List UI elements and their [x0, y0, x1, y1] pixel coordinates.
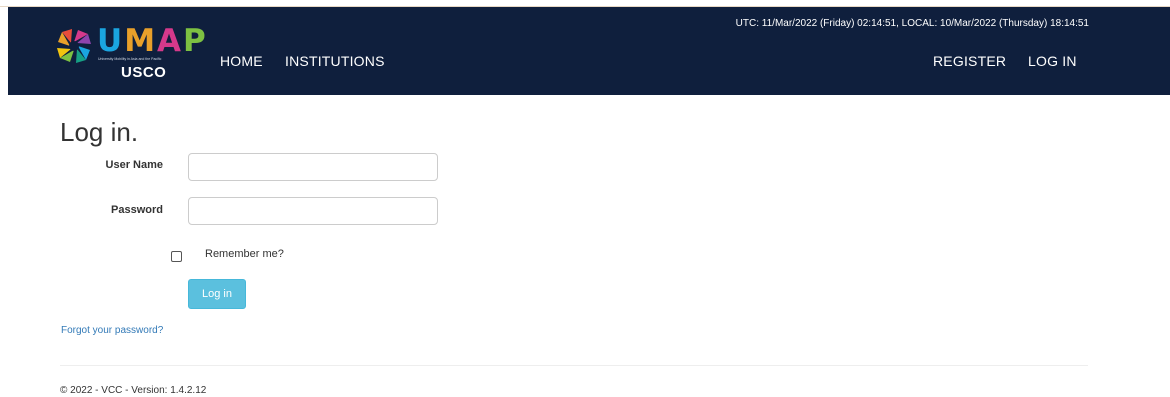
logo-letter-p: P [183, 23, 208, 59]
logo-wordmark: UMAP [97, 24, 208, 58]
forgot-password-link[interactable]: Forgot your password? [61, 325, 163, 336]
logo-tagline: University Mobility in Asia and the Paci… [98, 57, 162, 61]
remember-me-checkbox[interactable] [171, 251, 182, 262]
nav-register-link[interactable]: REGISTER [933, 53, 1006, 69]
clock-readout: UTC: 11/Mar/2022 (Friday) 02:14:51, LOCA… [735, 18, 1089, 29]
top-border [0, 0, 1170, 7]
logo-letter-a: A [157, 23, 184, 59]
nav-login-link[interactable]: LOG IN [1028, 53, 1077, 69]
page-title: Log in. [60, 117, 139, 147]
footer-text: © 2022 - VCC - Version: 1.4.2.12 [60, 385, 207, 396]
remember-me-label: Remember me? [205, 248, 284, 260]
logo-letter-m: M [124, 23, 158, 59]
logo-subtitle: USCO [121, 64, 167, 81]
nav-institutions-link[interactable]: INSTITUTIONS [285, 53, 385, 69]
password-input[interactable] [188, 197, 438, 225]
password-label: Password [111, 204, 163, 216]
pinwheel-logo-icon [57, 29, 91, 63]
umap-logo[interactable]: UMAP University Mobility in Asia and the… [54, 24, 206, 84]
logo-letter-u: U [97, 23, 125, 59]
footer-divider [60, 365, 1088, 366]
username-input[interactable] [188, 153, 438, 181]
nav-home-link[interactable]: HOME [220, 53, 263, 69]
username-label: User Name [105, 159, 163, 171]
navbar: UMAP University Mobility in Asia and the… [8, 7, 1170, 95]
login-submit-button[interactable]: Log in [188, 279, 246, 309]
